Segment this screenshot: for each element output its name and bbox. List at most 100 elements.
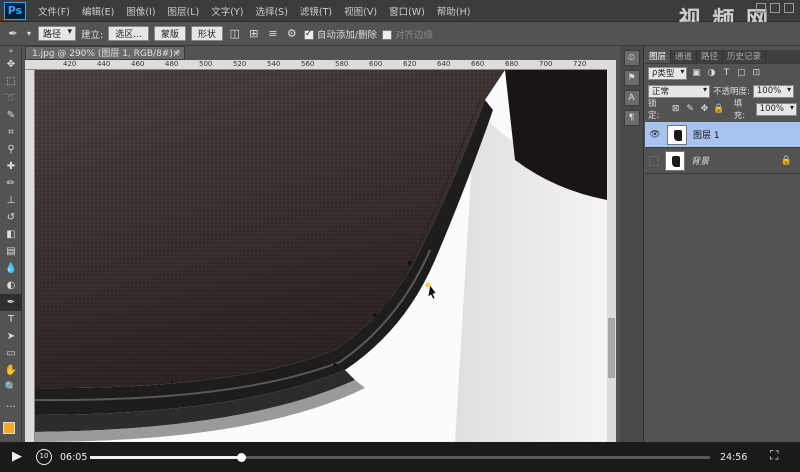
tab-history[interactable]: 历史记录	[723, 50, 767, 63]
path-arrangement-icon[interactable]: ≡	[266, 27, 280, 41]
move-tool-icon[interactable]: ✥	[0, 56, 22, 73]
replay-10-icon[interactable]: 10	[36, 449, 52, 465]
tab-channels[interactable]: 通道	[671, 50, 698, 63]
close-icon[interactable]	[784, 3, 794, 13]
lock-pixels-icon[interactable]: ✎	[684, 103, 695, 115]
properties-panel-icon[interactable]: ⚑	[623, 70, 640, 86]
tool-mode-select[interactable]: 路径	[38, 26, 77, 41]
maximize-icon[interactable]	[770, 3, 780, 13]
lock-row: 锁定: ⊠ ✎ ✥ 🔒 填充: 100%	[645, 99, 800, 121]
ruler-tick: 440	[97, 60, 111, 68]
foreground-color-swatch[interactable]	[3, 422, 15, 434]
layer-filter-row: ρ 类型 ▣ ◑ T ▢ ⊡	[645, 64, 800, 82]
eyedropper-tool-icon[interactable]: ⚲	[0, 141, 22, 158]
fill-input[interactable]: 100%	[755, 102, 797, 116]
make-selection-button[interactable]: 选区...	[108, 26, 149, 41]
blend-mode-select[interactable]: 正常	[648, 84, 710, 98]
minimize-icon[interactable]	[756, 3, 766, 13]
type-tool-icon[interactable]: T	[0, 311, 22, 328]
auto-add-delete-option[interactable]: 自动添加/删除	[303, 27, 377, 41]
layer-name[interactable]: 背景	[691, 154, 709, 167]
zoom-tool-icon[interactable]: 🔍	[0, 379, 22, 396]
document-canvas[interactable]	[35, 70, 607, 442]
eye-icon[interactable]: 👁	[649, 129, 661, 141]
vertical-scrollbar[interactable]	[607, 60, 616, 442]
shape-filter-icon[interactable]: ▢	[735, 67, 747, 79]
pen-tool-icon[interactable]: ✒	[0, 294, 22, 311]
healing-brush-tool-icon[interactable]: ✚	[0, 158, 22, 175]
blur-tool-icon[interactable]: 💧	[0, 260, 22, 277]
ruler-tick: 660	[471, 60, 485, 68]
visibility-toggle-empty[interactable]	[649, 155, 659, 166]
tool-preset-chevron-icon[interactable]: ▾	[25, 27, 33, 41]
scrollbar-thumb[interactable]	[608, 318, 615, 378]
opacity-input[interactable]: 100%	[752, 84, 795, 98]
gradient-tool-icon[interactable]: ▤	[0, 243, 22, 260]
dodge-tool-icon[interactable]: ◐	[0, 277, 22, 294]
lasso-tool-icon[interactable]: ➰	[0, 90, 22, 107]
menu-filter[interactable]: 滤镜(T)	[294, 4, 338, 18]
more-tools-icon[interactable]: …	[0, 396, 22, 413]
brush-tool-icon[interactable]: ✏	[0, 175, 22, 192]
path-selection-tool-icon[interactable]: ➤	[0, 328, 22, 345]
menu-type[interactable]: 文字(Y)	[205, 4, 249, 18]
ruler-tick: 640	[437, 60, 451, 68]
fullscreen-icon[interactable]: ⛶	[770, 448, 778, 463]
menu-file[interactable]: 文件(F)	[32, 4, 76, 18]
progress-fill	[90, 456, 242, 459]
options-bar: ✒ ▾ 路径 建立: 选区... 蒙版 形状 ◫ ⊞ ≡ ⚙ 自动添加/删除 对…	[0, 22, 800, 46]
auto-add-delete-checkbox[interactable]	[303, 29, 314, 40]
menu-help[interactable]: 帮助(H)	[431, 4, 477, 18]
layer-filter-select[interactable]: ρ 类型	[648, 66, 688, 80]
ruler-tick: 720	[573, 60, 587, 68]
lock-all-icon[interactable]: 🔒	[713, 103, 724, 115]
menu-window[interactable]: 窗口(W)	[383, 4, 431, 18]
character-panel-icon[interactable]: A	[623, 90, 640, 106]
gear-icon[interactable]: ⚙	[285, 27, 299, 41]
layer-name[interactable]: 图层 1	[693, 128, 720, 141]
layer-row[interactable]: 背景 🔒	[645, 148, 800, 174]
collapse-toolbar-icon[interactable]: »	[0, 46, 22, 56]
type-filter-icon[interactable]: T	[720, 67, 732, 79]
make-mask-button[interactable]: 蒙版	[153, 26, 186, 41]
pen-tool-icon[interactable]: ✒	[6, 27, 20, 41]
lock-position-icon[interactable]: ✥	[699, 103, 710, 115]
anchor-point	[333, 363, 337, 367]
align-edges-option[interactable]: 对齐边缘	[382, 27, 433, 41]
ruler-tick: 460	[131, 60, 145, 68]
menu-select[interactable]: 选择(S)	[249, 4, 293, 18]
menu-layer[interactable]: 图层(L)	[162, 4, 206, 18]
smart-object-filter-icon[interactable]: ⊡	[750, 67, 762, 79]
close-icon[interactable]: ×	[172, 47, 180, 61]
tab-layers[interactable]: 图层	[645, 50, 672, 63]
progress-bar[interactable]	[90, 453, 710, 462]
paragraph-panel-icon[interactable]: ¶	[623, 110, 640, 126]
hand-tool-icon[interactable]: ✋	[0, 362, 22, 379]
menu-edit[interactable]: 编辑(E)	[76, 4, 120, 18]
current-time: 06:05	[60, 452, 88, 463]
align-edges-checkbox[interactable]	[382, 30, 393, 40]
tab-paths[interactable]: 路径	[697, 50, 724, 63]
menu-image[interactable]: 图像(I)	[120, 4, 161, 18]
menu-view[interactable]: 视图(V)	[338, 4, 383, 18]
ruler-tick: 680	[505, 60, 519, 68]
eraser-tool-icon[interactable]: ◧	[0, 226, 22, 243]
pixel-filter-icon[interactable]: ▣	[690, 67, 702, 79]
ruler-tick: 520	[233, 60, 247, 68]
layer-row[interactable]: 👁 图层 1	[645, 122, 800, 148]
history-brush-tool-icon[interactable]: ↺	[0, 209, 22, 226]
lock-label: 锁定:	[648, 99, 660, 121]
crop-tool-icon[interactable]: ⌗	[0, 124, 22, 141]
rectangle-tool-icon[interactable]: ▭	[0, 345, 22, 362]
history-panel-icon[interactable]: ⏲	[623, 50, 640, 66]
path-alignment-icon[interactable]: ⊞	[247, 27, 261, 41]
document-tab[interactable]: 1.jpg @ 290% (图层 1, RGB/8#) * ×	[25, 46, 185, 60]
clone-stamp-tool-icon[interactable]: ⊥	[0, 192, 22, 209]
path-operations-icon[interactable]: ◫	[228, 27, 242, 41]
play-icon[interactable]: ▶	[12, 449, 22, 464]
marquee-tool-icon[interactable]: ⬚	[0, 73, 22, 90]
adjustment-filter-icon[interactable]: ◑	[705, 67, 717, 79]
lock-transparent-icon[interactable]: ⊠	[670, 103, 681, 115]
quick-select-tool-icon[interactable]: ✎	[0, 107, 22, 124]
make-shape-button[interactable]: 形状	[190, 26, 223, 41]
